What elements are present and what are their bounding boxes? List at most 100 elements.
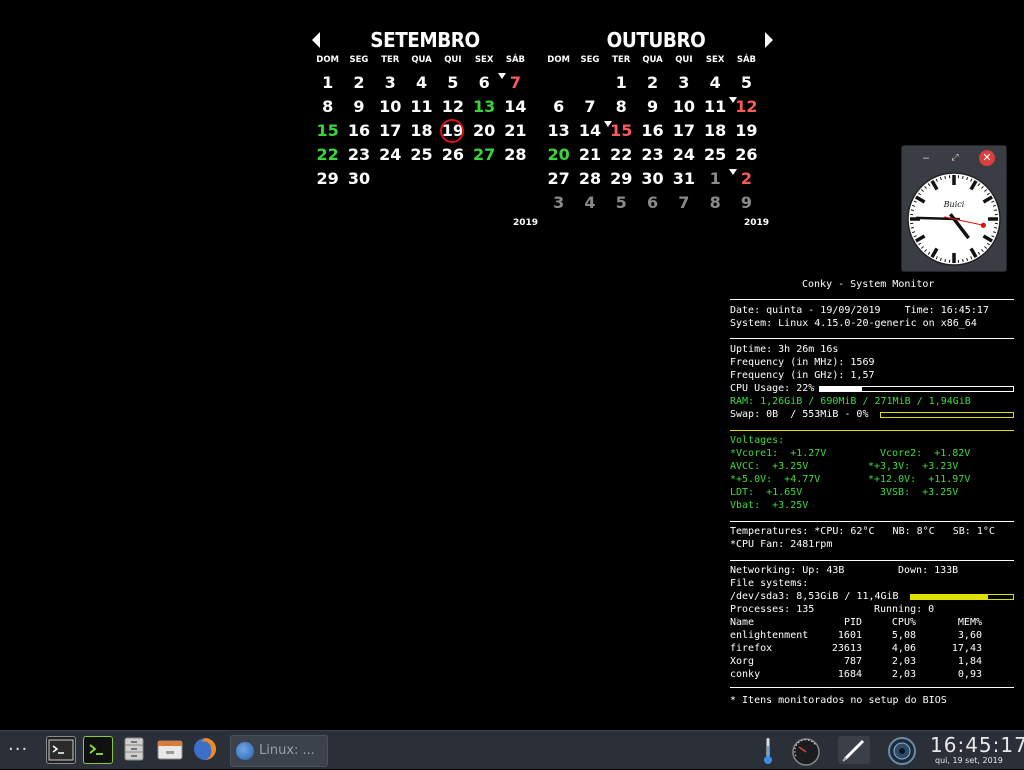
day-cell[interactable]: 3 [375, 71, 406, 95]
day-cell[interactable]: 22 [606, 143, 637, 167]
divider [730, 560, 1014, 561]
terminal-launcher-icon[interactable] [46, 736, 76, 764]
day-cell[interactable]: 9 [343, 95, 374, 119]
day-cell[interactable]: 28 [574, 167, 605, 191]
day-cell[interactable]: 4 [574, 191, 605, 215]
menu-dots-button[interactable]: ··· [8, 739, 28, 767]
day-cell[interactable]: 16 [343, 119, 374, 143]
analog-clock-face: Buici [906, 171, 1002, 267]
day-cell[interactable]: 23 [343, 143, 374, 167]
day-cell[interactable]: 7 [500, 71, 531, 95]
day-cell[interactable]: 10 [375, 95, 406, 119]
day-cell[interactable]: 13 [468, 95, 499, 119]
week-row: 2930 [312, 167, 531, 191]
day-cell[interactable]: 18 [406, 119, 437, 143]
close-button[interactable]: ✕ [979, 150, 995, 166]
day-cell[interactable]: 5 [731, 71, 762, 95]
pen-tool-icon[interactable] [838, 736, 870, 764]
day-cell[interactable]: 12 [731, 95, 762, 119]
day-cell[interactable]: 9 [637, 95, 668, 119]
next-month-arrow-icon[interactable] [765, 32, 773, 48]
day-cell[interactable]: 15 [606, 119, 637, 143]
day-cell[interactable]: 27 [468, 143, 499, 167]
day-cell[interactable]: 6 [468, 71, 499, 95]
day-cell[interactable]: 17 [375, 119, 406, 143]
day-cell[interactable]: 29 [312, 167, 343, 191]
taskbar-clock-time[interactable]: 16:45:17 [930, 733, 1024, 757]
file-cabinet-launcher-icon[interactable] [120, 736, 148, 762]
day-cell[interactable]: 21 [574, 143, 605, 167]
day-cell[interactable]: 16 [637, 119, 668, 143]
day-cell[interactable]: 29 [606, 167, 637, 191]
firefox-launcher-icon[interactable] [191, 736, 219, 762]
day-cell[interactable]: 23 [637, 143, 668, 167]
day-cell[interactable]: 30 [637, 167, 668, 191]
day-cell[interactable]: 14 [500, 95, 531, 119]
process-table-cell: 0,93 [958, 669, 982, 681]
day-cell[interactable]: 25 [699, 143, 730, 167]
week-row: 3456789 [543, 191, 762, 215]
day-cell[interactable]: 15 [312, 119, 343, 143]
task-label: Linux: ... [259, 743, 315, 758]
day-cell[interactable]: 20 [543, 143, 574, 167]
day-cell[interactable]: 1 [699, 167, 730, 191]
day-cell[interactable]: 22 [312, 143, 343, 167]
day-cell[interactable]: 7 [668, 191, 699, 215]
day-cell[interactable]: 19 [731, 119, 762, 143]
cpu-gauge-icon[interactable] [788, 736, 824, 764]
day-cell[interactable]: 1 [312, 71, 343, 95]
day-cell[interactable]: 8 [312, 95, 343, 119]
day-cell[interactable]: 2 [343, 71, 374, 95]
day-cell[interactable]: 5 [606, 191, 637, 215]
maximize-button[interactable]: ⤢ [947, 151, 963, 165]
day-cell[interactable]: 30 [343, 167, 374, 191]
day-cell[interactable]: 31 [668, 167, 699, 191]
green-terminal-launcher-icon[interactable] [83, 736, 113, 764]
day-cell[interactable]: 3 [543, 191, 574, 215]
day-cell-today[interactable]: 19 [437, 119, 468, 143]
day-cell[interactable]: 24 [668, 143, 699, 167]
day-cell[interactable]: 14 [574, 119, 605, 143]
day-cell[interactable]: 4 [699, 71, 730, 95]
day-cell[interactable]: 26 [731, 143, 762, 167]
day-cell[interactable]: 8 [699, 191, 730, 215]
day-cell[interactable]: 8 [606, 95, 637, 119]
day-cell[interactable]: 3 [668, 71, 699, 95]
day-cell[interactable]: 25 [406, 143, 437, 167]
day-cell[interactable]: 11 [699, 95, 730, 119]
uptime-line: Uptime: 3h 26m 16s [730, 344, 838, 356]
day-cell[interactable]: 24 [375, 143, 406, 167]
day-cell[interactable]: 26 [437, 143, 468, 167]
voltage-reading: Vcore2: +1.82V [880, 448, 970, 460]
thermometer-icon[interactable] [762, 736, 774, 764]
day-cell[interactable]: 17 [668, 119, 699, 143]
day-cell[interactable]: 11 [406, 95, 437, 119]
minimize-button[interactable]: ‒ [918, 151, 934, 165]
day-cell[interactable]: 4 [406, 71, 437, 95]
day-cell[interactable]: 6 [543, 95, 574, 119]
process-table-cell: 787 [844, 656, 862, 668]
file-manager-launcher-icon[interactable] [156, 736, 184, 762]
day-cell[interactable]: 27 [543, 167, 574, 191]
day-cell[interactable]: 2 [731, 167, 762, 191]
day-cell[interactable]: 12 [437, 95, 468, 119]
day-cell[interactable]: 18 [699, 119, 730, 143]
day-cell[interactable]: 13 [543, 119, 574, 143]
swap-line: Swap: 0B / 553MiB - 0% [730, 409, 868, 421]
day-cell[interactable]: 20 [468, 119, 499, 143]
divider [730, 687, 1014, 688]
day-cell[interactable]: 6 [637, 191, 668, 215]
day-cell[interactable]: 21 [500, 119, 531, 143]
day-cell[interactable]: 2 [637, 71, 668, 95]
day-cell[interactable]: 1 [606, 71, 637, 95]
day-cell[interactable]: 28 [500, 143, 531, 167]
weekday-label: QUI [668, 55, 699, 65]
day-cell[interactable]: 5 [437, 71, 468, 95]
taskbar-window-button[interactable]: Linux: ... [230, 735, 328, 767]
day-cell[interactable]: 10 [668, 95, 699, 119]
prev-month-arrow-icon[interactable] [312, 32, 320, 48]
clock-widget[interactable]: ‒ ⤢ ✕ Buici [901, 145, 1007, 272]
speaker-volume-icon[interactable] [884, 736, 920, 764]
day-cell[interactable]: 7 [574, 95, 605, 119]
day-cell[interactable]: 9 [731, 191, 762, 215]
